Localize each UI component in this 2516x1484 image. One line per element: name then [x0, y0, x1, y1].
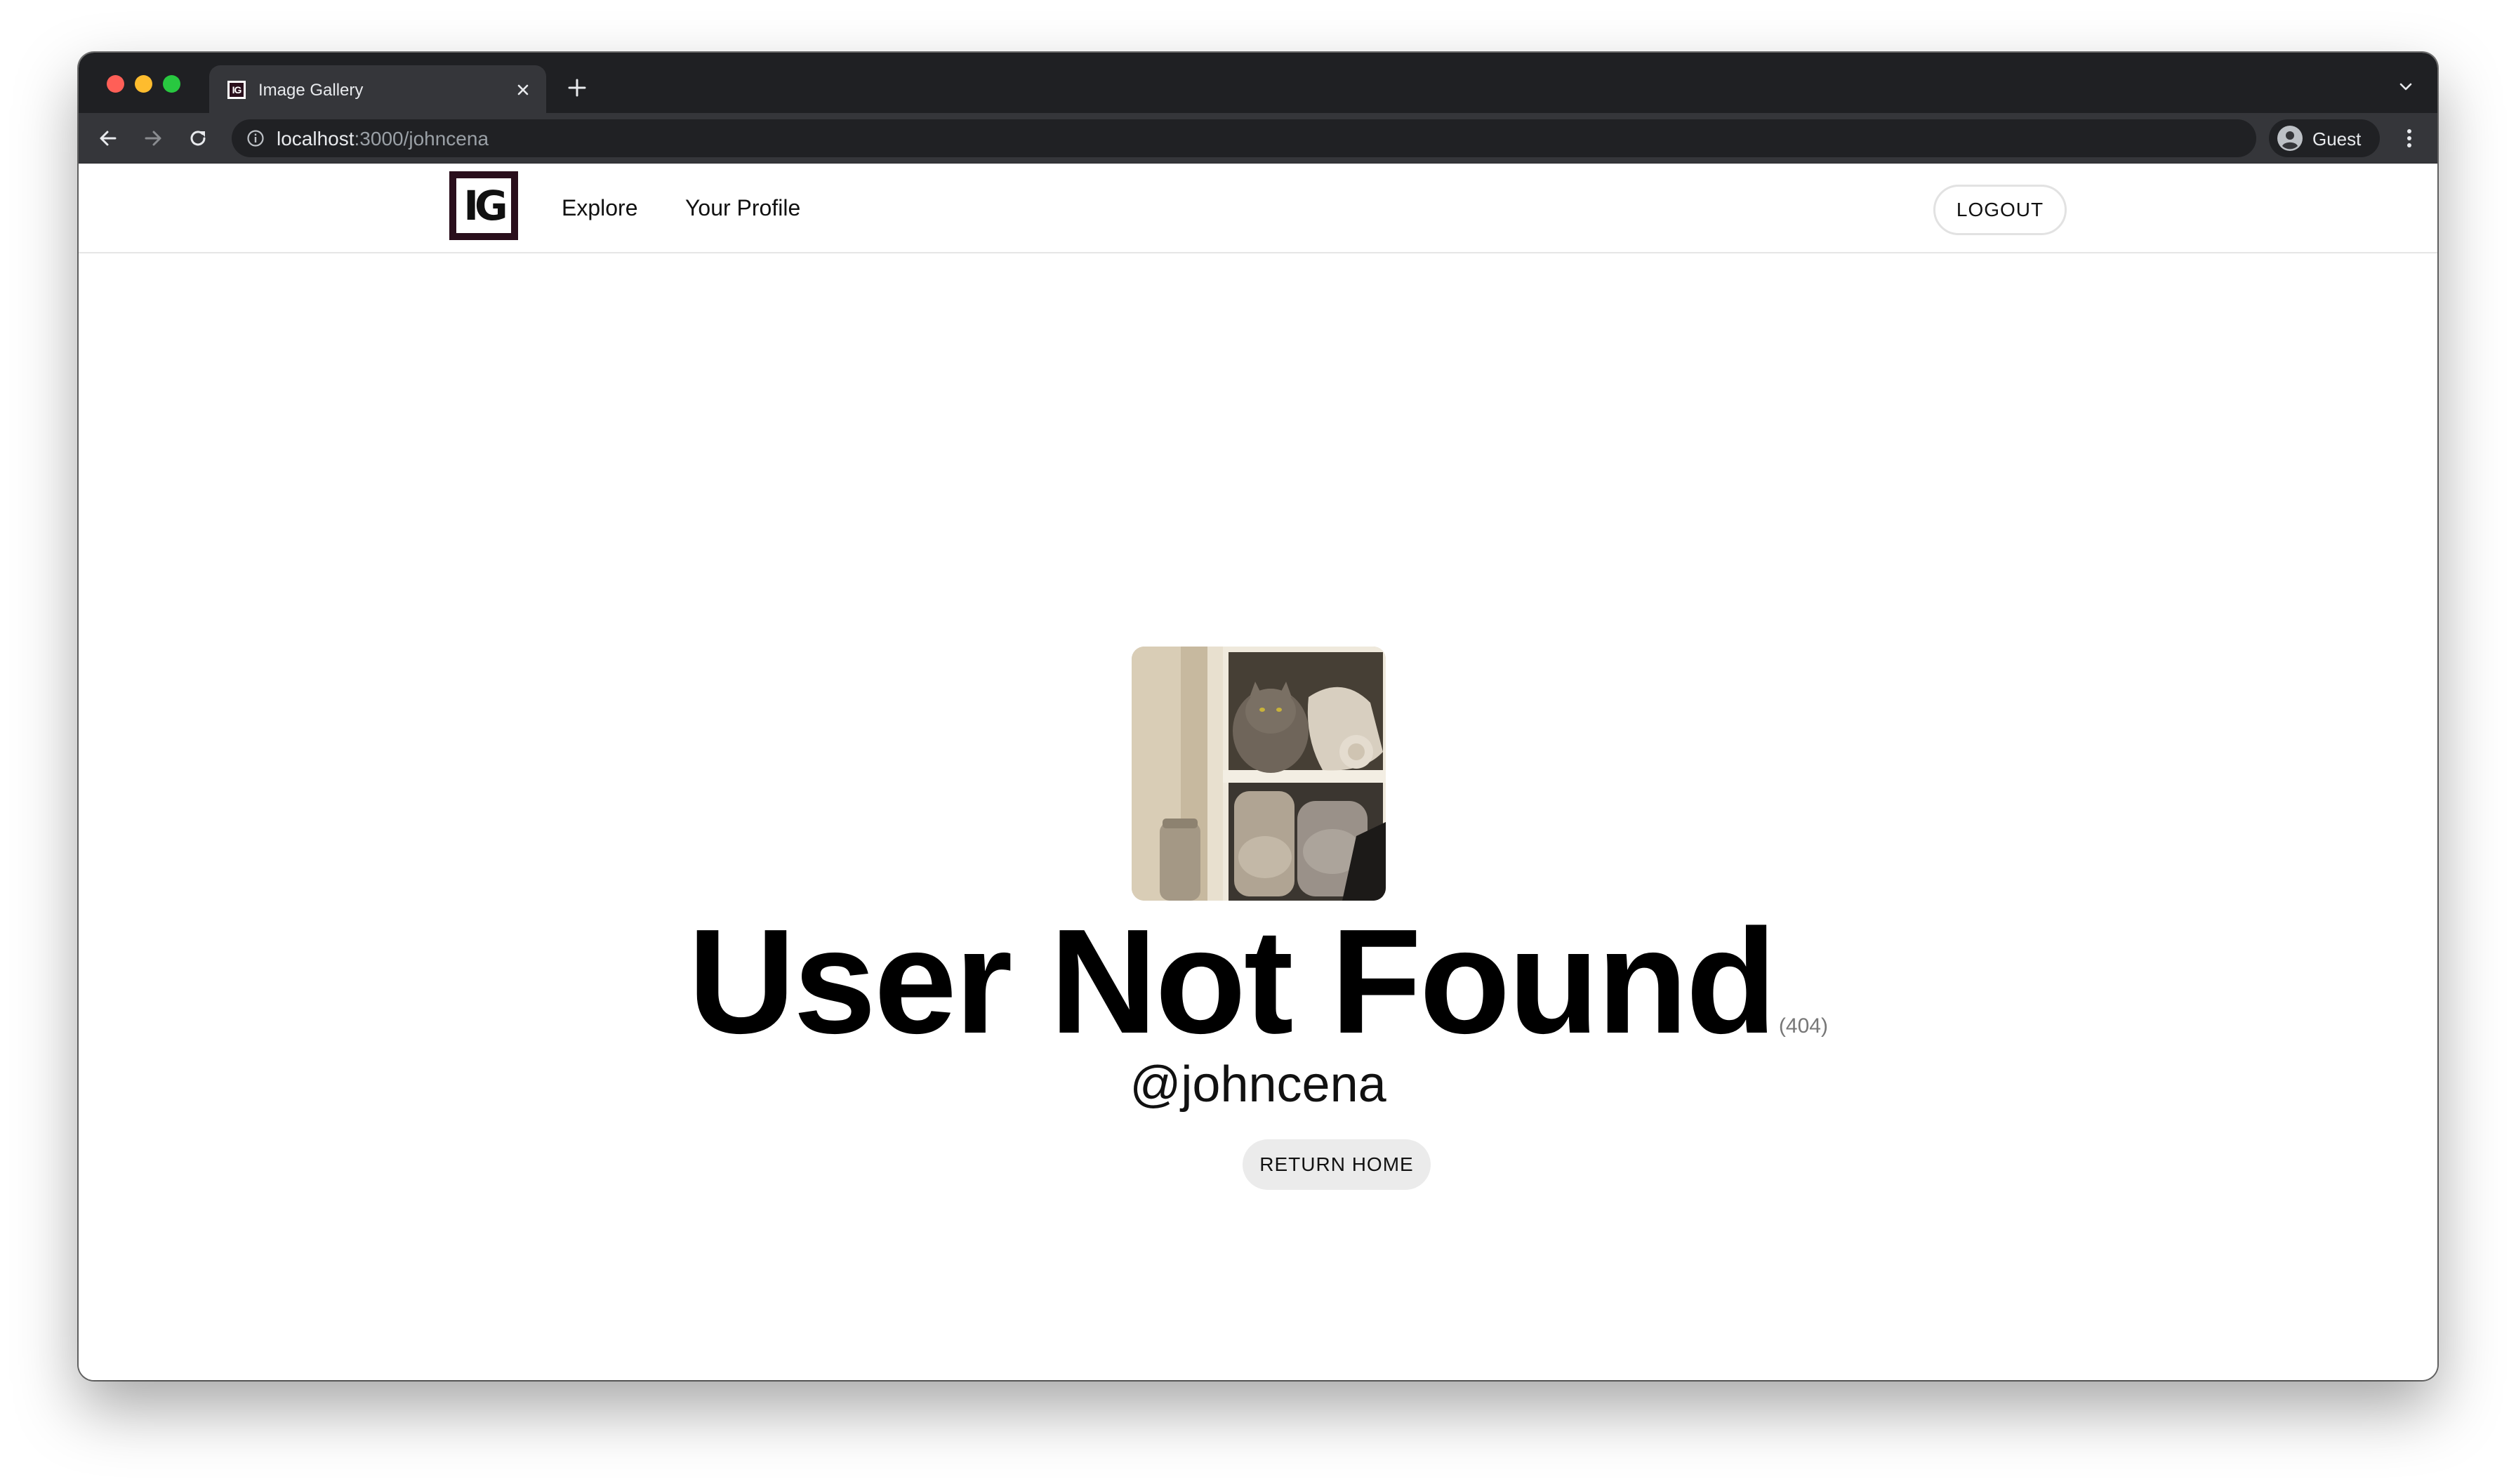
- desktop: IG Image Gallery localhost:3000/johncena…: [0, 0, 2516, 1484]
- nav-explore-link[interactable]: Explore: [562, 194, 638, 221]
- more-vertical-icon[interactable]: [2395, 124, 2423, 152]
- profile-label: Guest: [2312, 128, 2362, 150]
- site-logo[interactable]: IG: [449, 171, 518, 240]
- username-handle: @johncena: [1130, 1056, 1386, 1113]
- web-page: IG Explore Your Profile LOGOUT User Not …: [79, 164, 2437, 1380]
- url-host: localhost: [277, 128, 355, 150]
- page-title: User Not Found: [688, 898, 1777, 1064]
- url-path: :3000/johncena: [354, 128, 489, 150]
- headline-row: User Not Found (404): [79, 898, 2437, 1064]
- favicon-icon: IG: [227, 81, 246, 99]
- close-icon[interactable]: [511, 78, 535, 102]
- chevron-down-icon[interactable]: [2395, 77, 2416, 98]
- minimize-window-button[interactable]: [135, 75, 152, 93]
- tab-strip: IG Image Gallery: [79, 53, 2437, 113]
- maximize-window-button[interactable]: [163, 75, 180, 93]
- tab-image-gallery[interactable]: IG Image Gallery: [209, 65, 546, 113]
- return-home-button[interactable]: RETURN HOME: [1243, 1139, 1431, 1190]
- logout-button[interactable]: LOGOUT: [1933, 185, 2067, 235]
- browser-toolbar: localhost:3000/johncena Guest: [79, 113, 2437, 164]
- reload-icon[interactable]: [184, 124, 212, 152]
- browser-window: IG Image Gallery localhost:3000/johncena…: [79, 53, 2437, 1380]
- status-code: (404): [1778, 1014, 1828, 1038]
- url-text: localhost:3000/johncena: [277, 128, 489, 150]
- info-icon[interactable]: [246, 128, 265, 148]
- favicon-text: IG: [230, 83, 244, 97]
- back-arrow-icon[interactable]: [94, 124, 122, 152]
- site-navbar: IG Explore Your Profile LOGOUT: [79, 164, 2437, 253]
- nav-your-profile-link[interactable]: Your Profile: [685, 194, 800, 221]
- logo-text: IG: [456, 178, 511, 233]
- close-window-button[interactable]: [107, 75, 124, 93]
- profile-button[interactable]: Guest: [2269, 119, 2380, 157]
- user-avatar-icon: [2277, 126, 2303, 151]
- tab-title: Image Gallery: [258, 81, 364, 100]
- plus-icon[interactable]: [563, 74, 591, 102]
- forward-arrow-icon[interactable]: [139, 124, 167, 152]
- address-bar[interactable]: localhost:3000/johncena: [232, 119, 2256, 157]
- not-found-photo: [1132, 647, 1386, 901]
